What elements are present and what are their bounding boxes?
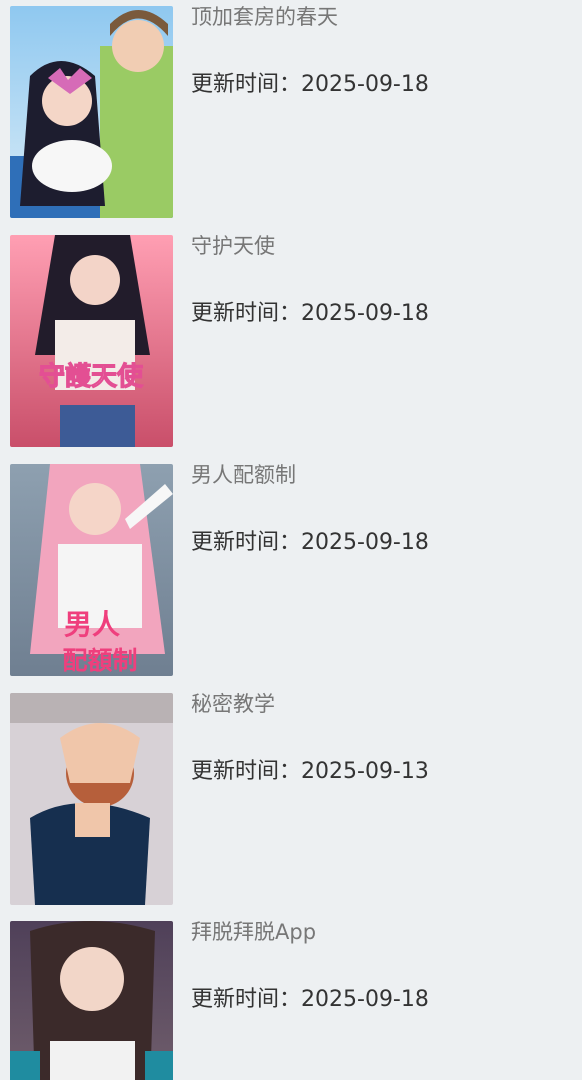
cover-logo-text-2: 配額制 — [62, 646, 137, 675]
cover-image-4 — [10, 693, 173, 905]
list-item[interactable]: 拜脱拜脱App 更新时间：2025-09-18 — [0, 915, 582, 1080]
comic-cover[interactable] — [10, 693, 173, 905]
comic-cover[interactable] — [10, 6, 173, 218]
comic-list: 顶加套房的春天 更新时间：2025-09-18 守護天使 守护天使 更新时间：2… — [0, 0, 582, 1080]
update-label: 更新时间： — [191, 987, 302, 1012]
update-time: 更新时间：2025-09-18 — [191, 70, 429, 100]
update-date: 2025-09-18 — [301, 301, 429, 326]
list-item[interactable]: 守護天使 守护天使 更新时间：2025-09-18 — [0, 229, 582, 447]
cover-logo-text-1: 男人 — [64, 608, 120, 641]
update-label: 更新时间： — [191, 530, 302, 555]
update-label: 更新时间： — [191, 759, 302, 784]
comic-title[interactable]: 守护天使 — [191, 231, 275, 261]
update-date: 2025-09-18 — [301, 72, 429, 97]
cover-image-5 — [10, 921, 173, 1080]
update-date: 2025-09-18 — [301, 987, 429, 1012]
comic-cover[interactable]: 守護天使 — [10, 235, 173, 447]
update-date: 2025-09-18 — [301, 530, 429, 555]
update-time: 更新时间：2025-09-18 — [191, 299, 429, 329]
comic-title[interactable]: 拜脱拜脱App — [191, 917, 316, 947]
comic-title[interactable]: 秘密教学 — [191, 689, 275, 719]
list-item[interactable]: 顶加套房的春天 更新时间：2025-09-18 — [0, 0, 582, 218]
update-time: 更新时间：2025-09-18 — [191, 528, 429, 558]
list-item[interactable]: 男人 配額制 男人配额制 更新时间：2025-09-18 — [0, 458, 582, 676]
update-label: 更新时间： — [191, 301, 302, 326]
comic-cover[interactable] — [10, 921, 173, 1080]
cover-image-2: 守護天使 — [10, 235, 173, 447]
comic-title[interactable]: 顶加套房的春天 — [191, 2, 338, 32]
cover-image-1 — [10, 6, 173, 218]
comic-title[interactable]: 男人配额制 — [191, 460, 296, 490]
update-time: 更新时间：2025-09-13 — [191, 757, 429, 787]
cover-logo-text: 守護天使 — [39, 362, 143, 392]
update-label: 更新时间： — [191, 72, 302, 97]
update-date: 2025-09-13 — [301, 759, 429, 784]
cover-image-3: 男人 配額制 — [10, 464, 173, 676]
comic-cover[interactable]: 男人 配額制 — [10, 464, 173, 676]
list-item[interactable]: 秘密教学 更新时间：2025-09-13 — [0, 687, 582, 905]
update-time: 更新时间：2025-09-18 — [191, 985, 429, 1015]
